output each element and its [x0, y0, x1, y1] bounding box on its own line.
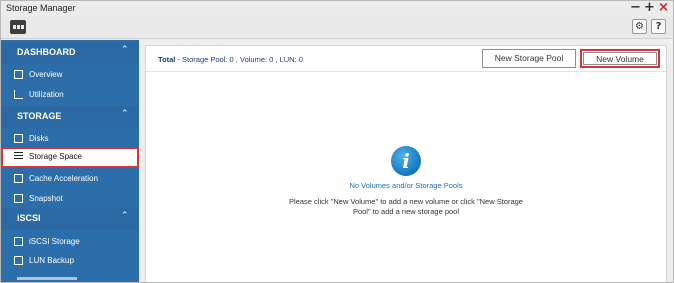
lun-backup-icon: [14, 256, 23, 265]
sidebar-item-label: Storage Space: [29, 152, 82, 161]
maximize-button[interactable]: +: [644, 1, 655, 16]
section-label: STORAGE: [17, 111, 62, 121]
sidebar-item-overview[interactable]: Overview: [1, 65, 139, 85]
sidebar-item-storage-space[interactable]: Storage Space: [1, 147, 139, 168]
main-panel: Total - Storage Pool: 0 , Volume: 0 , LU…: [145, 45, 667, 282]
chart-icon: [14, 90, 23, 99]
sidebar-item-snapshot[interactable]: Snapshot: [1, 189, 139, 209]
sidebar-item-utilization[interactable]: Utilization: [1, 85, 139, 105]
sidebar-item-label: iSCSI Storage: [29, 237, 80, 246]
section-label: iSCSI: [17, 213, 41, 223]
sidebar-item-label: Snapshot: [29, 194, 63, 203]
empty-state: i No Volumes and/or Storage Pools Please…: [146, 146, 666, 226]
overview-icon: [14, 70, 23, 79]
iscsi-storage-icon: [14, 237, 23, 246]
empty-state-message: Please click "New Volume" to add a new v…: [289, 197, 523, 216]
storage-space-icon: [14, 152, 23, 160]
storage-summary: Total - Storage Pool: 0 , Volume: 0 , LU…: [158, 55, 303, 64]
sidebar-item-disks[interactable]: Disks: [1, 129, 139, 149]
collapse-caret-icon[interactable]: ⌃: [121, 109, 129, 119]
sidebar-item-label: Cache Acceleration: [29, 174, 98, 183]
new-volume-button-label: New Volume: [583, 52, 657, 65]
sidebar-section-dashboard[interactable]: DASHBOARD ⌃: [1, 42, 139, 64]
new-volume-button[interactable]: New Volume: [580, 49, 660, 68]
sidebar-item-cache-acceleration[interactable]: Cache Acceleration: [1, 169, 139, 189]
clipped-section-header: [17, 277, 77, 280]
window-title: Storage Manager: [6, 3, 76, 13]
empty-state-title: No Volumes and/or Storage Pools: [349, 181, 463, 190]
sidebar-item-label: Utilization: [29, 90, 64, 99]
sidebar-section-iscsi[interactable]: iSCSI ⌃: [1, 208, 139, 230]
summary-prefix: Total: [158, 55, 176, 64]
toolbar: ⚙ ?: [1, 17, 673, 39]
snapshot-icon: [14, 194, 23, 203]
info-icon: i: [391, 146, 421, 176]
section-label: DASHBOARD: [17, 47, 76, 57]
sidebar-item-iscsi-storage[interactable]: iSCSI Storage: [1, 232, 139, 252]
main-header: Total - Storage Pool: 0 , Volume: 0 , LU…: [146, 46, 666, 72]
sidebar-section-storage[interactable]: STORAGE ⌃: [1, 106, 139, 128]
storage-manager-window: Storage Manager − + × ⚙ ? DASHBOARD ⌃ Ov…: [0, 0, 674, 283]
sidebar-item-lun-backup[interactable]: LUN Backup: [1, 251, 139, 271]
sidebar-item-label: Disks: [29, 134, 49, 143]
storage-manager-app-icon[interactable]: [10, 20, 26, 34]
collapse-caret-icon[interactable]: ⌃: [121, 45, 129, 55]
help-button[interactable]: ?: [651, 19, 666, 34]
gear-icon[interactable]: ⚙: [632, 19, 647, 34]
summary-text: - Storage Pool: 0 , Volume: 0 , LUN: 0: [175, 55, 303, 64]
sidebar-item-label: LUN Backup: [29, 256, 74, 265]
disk-icon: [14, 134, 23, 143]
close-button[interactable]: ×: [658, 1, 669, 16]
minimize-button[interactable]: −: [630, 1, 641, 16]
title-bar: Storage Manager − + ×: [1, 1, 673, 17]
sidebar-item-label: Overview: [29, 70, 63, 79]
new-storage-pool-button[interactable]: New Storage Pool: [482, 49, 576, 68]
collapse-caret-icon[interactable]: ⌃: [121, 211, 129, 221]
cache-icon: [14, 174, 23, 183]
sidebar: DASHBOARD ⌃ Overview Utilization STORAGE…: [1, 40, 139, 282]
